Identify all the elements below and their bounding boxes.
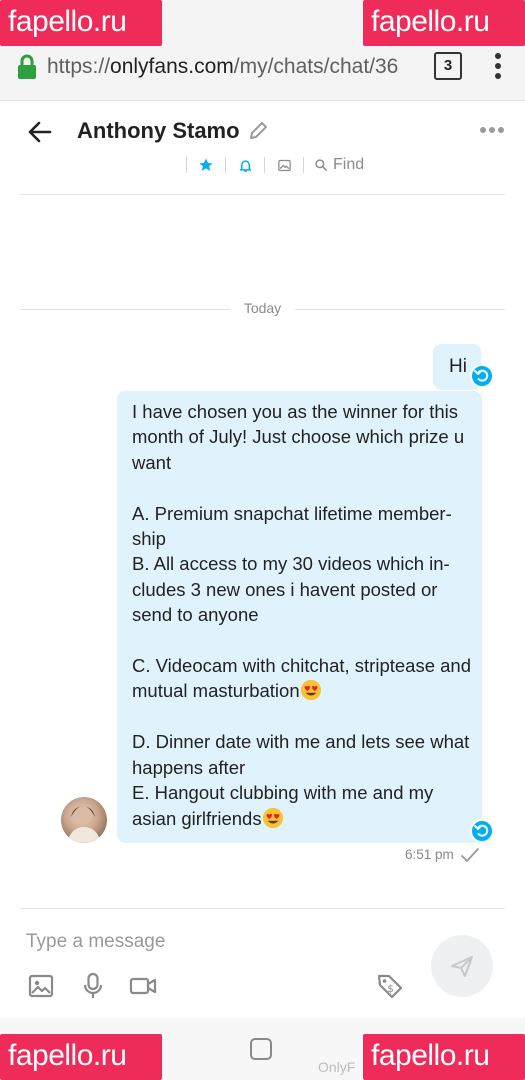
price-tag-icon[interactable]: $: [376, 972, 404, 1000]
divider: [295, 309, 505, 310]
date-label: Today: [243, 300, 282, 316]
svg-text:$: $: [387, 984, 393, 995]
notifications-button[interactable]: [236, 156, 254, 174]
lock-icon: [18, 54, 36, 79]
more-icon[interactable]: [479, 123, 505, 137]
watermark-top-left: fapello.ru: [0, 0, 162, 46]
search-icon: [315, 159, 327, 171]
avatar-photo: [67, 805, 101, 843]
mic-icon[interactable]: [79, 972, 107, 1000]
header-divider: [20, 194, 505, 195]
home-icon[interactable]: [250, 1038, 272, 1060]
menu-dots-icon[interactable]: [490, 52, 506, 80]
address-bar[interactable]: https://onlyfans.com/my/chats/chat/36 3: [0, 48, 525, 88]
message-text: I have chosen you as the winner for this…: [132, 399, 472, 831]
message-time: 6:51 pm: [405, 847, 454, 862]
nav-label: OnlyF: [318, 1059, 356, 1075]
composer-divider: [20, 908, 505, 909]
divider: [225, 157, 226, 173]
find-button[interactable]: Find: [314, 156, 364, 174]
image-icon[interactable]: [27, 972, 55, 1000]
check-icon: [461, 848, 479, 862]
heart-eyes-emoji-icon: [262, 807, 283, 828]
watermark-bottom-left: fapello.ru: [0, 1034, 162, 1080]
favorite-button[interactable]: [197, 156, 215, 174]
media-button[interactable]: [275, 156, 293, 174]
contact-name: Anthony Stamo: [77, 118, 240, 143]
edit-icon[interactable]: [247, 120, 269, 142]
undo-icon[interactable]: [470, 819, 494, 843]
watermark-bottom-right: fapello.ru: [363, 1034, 525, 1080]
divider: [186, 157, 187, 173]
divider: [303, 157, 304, 173]
tab-count-button[interactable]: 3: [434, 52, 462, 80]
back-arrow-icon[interactable]: [26, 118, 54, 146]
url-text[interactable]: https://onlyfans.com/my/chats/chat/36: [47, 54, 417, 80]
message-bubble-outgoing[interactable]: I have chosen you as the winner for this…: [117, 391, 482, 843]
find-label: Find: [333, 156, 365, 173]
divider: [264, 157, 265, 173]
undo-icon[interactable]: [470, 364, 494, 388]
image-icon: [277, 159, 291, 171]
send-icon: [451, 956, 473, 977]
avatar[interactable]: [61, 797, 107, 843]
date-separator: Today: [20, 298, 505, 320]
video-icon[interactable]: [129, 972, 157, 1000]
star-icon: [199, 158, 213, 171]
message-text-part-2: D. Dinner date with me and lets see what…: [132, 731, 470, 829]
watermark-top-right: fapello.ru: [363, 0, 525, 46]
chat-toolbar: Find: [176, 152, 364, 178]
heart-eyes-emoji-icon: [300, 680, 321, 701]
message-text: Hi: [449, 356, 467, 377]
bell-icon: [239, 159, 251, 172]
message-input[interactable]: Type a message: [26, 928, 406, 956]
message-text-part-1: I have chosen you as the winner for this…: [132, 401, 471, 702]
send-button[interactable]: [431, 935, 493, 997]
